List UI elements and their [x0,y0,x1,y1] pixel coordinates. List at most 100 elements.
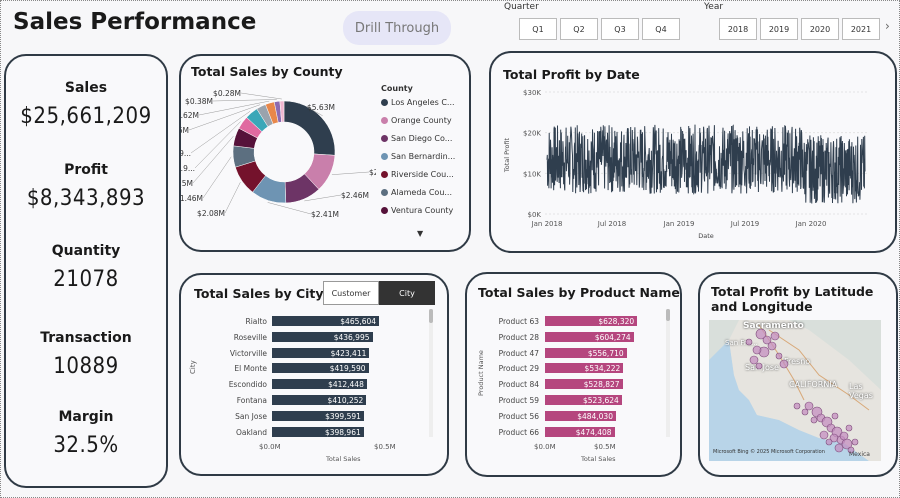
legend-scroll-down-icon[interactable]: ▼ [417,229,423,238]
map-bubble [801,408,809,416]
kpi-transaction-label: Transaction [40,330,132,346]
donut-data-label: $2.41M [311,210,339,219]
map-bubble [755,362,763,370]
profit-map[interactable]: Sacramento San Fra... Fresno San Jose CA… [709,320,881,461]
donut-data-label: $1.25M [181,179,193,188]
product-chart-card [465,272,682,477]
legend-swatch [381,207,388,214]
legend-label: Orange County [391,116,452,125]
product-x-axis-label: Total Sales [581,455,616,463]
legend-swatch [381,171,388,178]
donut-data-label: $2.6M [369,168,376,177]
bar-value-label: $604,274 [594,332,631,342]
kpi-transaction: Transaction 10889 [6,330,166,379]
drill-through-button[interactable]: Drill Through [343,11,451,45]
quarter-q3-button[interactable]: Q3 [601,18,639,40]
product-scrollbar[interactable] [666,309,670,437]
city-y-axis-label: City [189,360,197,374]
bar-value-label: $534,222 [584,364,621,374]
county-legend-item[interactable]: Orange County [381,116,452,125]
product-scroll-thumb[interactable] [666,309,670,321]
x-tick-label: Jan 2018 [531,220,563,228]
county-legend-item[interactable]: Los Angeles C... [381,98,455,107]
bar-category-label: Product 56 [498,411,539,421]
donut-data-label: $0.62M [181,111,199,120]
county-donut-chart[interactable]: $5.63M $2.6M $2.46M $2.41M $2.08M $1.46M $1.25… [181,83,376,233]
chevron-right-icon[interactable]: › [885,19,890,33]
y-tick-label: $0K [528,211,542,219]
quarter-q2-button[interactable]: Q2 [560,18,598,40]
bar-value-label: $423,411 [330,348,367,358]
kpi-margin: Margin 32.5% [6,409,166,458]
kpi-sales-label: Sales [64,80,108,96]
legend-swatch [381,189,388,196]
donut-data-label: $0.38M [185,97,213,106]
bar-category-label: Victorville [229,348,267,358]
legend-swatch [381,117,388,124]
county-legend-item[interactable]: Alameda Cou... [381,188,452,197]
bar-value-label: $474,408 [575,427,612,437]
donut-data-label: $1.46M [181,194,203,203]
city-x-axis-label: Total Sales [326,455,361,463]
county-legend-item[interactable]: San Bernardin... [381,152,455,161]
donut-data-label: $5.63M [307,103,335,112]
county-legend-item[interactable]: San Diego Co... [381,134,452,143]
legend-swatch [381,99,388,106]
x-tick-label: Jan 2020 [795,220,827,228]
city-scroll-thumb[interactable] [429,309,433,323]
map-bubble [851,438,859,446]
kpi-profit-value: $8,343,893 [26,186,146,211]
bar-category-label: Oakland [235,427,267,437]
bar-value-label: $412,448 [328,380,364,390]
kpi-profit: Profit $8,343,893 [6,162,166,211]
map-bubble [825,438,833,446]
donut-leader-line [224,182,241,214]
map-bubble [749,355,759,365]
kpi-sales-value: $25,661,209 [20,104,152,129]
donut-leader-line [267,202,312,215]
product-y-axis-label: Product Name [477,350,485,396]
kpi-sales: Sales $25,661,209 [6,80,166,129]
x-tick-label: Jul 2018 [597,220,627,228]
county-legend-item[interactable]: Ventura County [381,206,453,215]
toggle-customer-button[interactable]: Customer [323,281,379,305]
bar-category-label: Product 84 [498,380,539,390]
bar-category-label: Product 28 [498,332,539,342]
county-legend-item[interactable]: Riverside Cou... [381,170,454,179]
kpi-quantity-label: Quantity [51,243,121,259]
product-x-tick-0: $0.0M [534,443,556,451]
year-slicer-label: Year [704,2,724,12]
year-2021-button[interactable]: 2021 [842,18,880,40]
bar-category-label: El Monte [234,364,267,374]
kpi-quantity: Quantity 21078 [6,243,166,292]
product-chart-title: Total Sales by Product Name [478,285,680,300]
bar-category-label: Product 59 [498,396,539,405]
donut-data-label: $0.66M [181,126,189,135]
donut-data-label: $0.9... [181,149,191,158]
bar-category-label: Fontana [236,396,267,405]
bar-category-label: Roseville [233,332,267,342]
toggle-city-button[interactable]: City [379,281,435,305]
year-2019-button[interactable]: 2019 [760,18,798,40]
legend-label: San Bernardin... [391,152,456,161]
year-2020-button[interactable]: 2020 [801,18,839,40]
quarter-q4-button[interactable]: Q4 [642,18,680,40]
map-bubble [752,345,762,355]
bar-value-label: $399,591 [325,411,361,421]
page-title: Sales Performance [13,9,257,35]
city-scrollbar[interactable] [429,309,433,437]
map-bubble [839,431,849,441]
bar-value-label: $484,030 [577,411,613,421]
x-tick-label: Jul 2019 [730,220,760,228]
quarter-q1-button[interactable]: Q1 [519,18,557,40]
donut-leader-line [331,171,370,175]
product-x-tick-1: $0.5M [594,443,616,451]
year-2018-button[interactable]: 2018 [719,18,757,40]
donut-data-label: $2.08M [197,209,225,218]
bar-category-label: San Jose [235,411,267,421]
profit-date-line-chart[interactable]: $30K $20K $10K $0KJan 2018 Jul 2018 Jan 2019 J… [497,83,877,243]
county-legend-title: County [381,84,413,93]
bar-value-label: $419,590 [329,364,366,374]
map-bubbles[interactable] [709,320,881,461]
map-bubble [804,401,814,411]
